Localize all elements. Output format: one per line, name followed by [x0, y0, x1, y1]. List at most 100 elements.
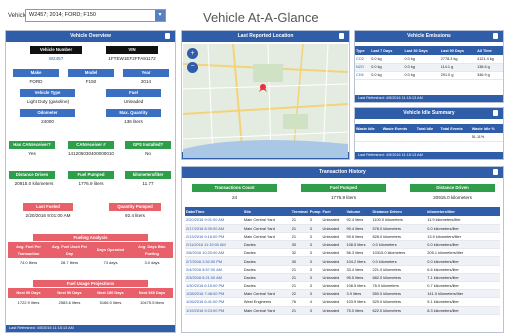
tx-col-kml[interactable]: kilometers/liter — [426, 207, 500, 216]
vehicle-select[interactable]: W2457; 2014; FORD; F150 ▾ — [25, 9, 166, 22]
em-cell: 0.0 kg — [403, 55, 440, 64]
tx-cell: 622.0 kilometers — [371, 306, 427, 315]
tx-cell: 21 — [290, 273, 309, 283]
page-title: Vehicle At-A-Glance — [203, 10, 319, 25]
proj-header-2: Next 90 Days — [49, 289, 90, 297]
table-row: 2/17/2016 8:39:00 AM Main Central Yard 21 3… — [185, 224, 500, 233]
tx-date-link[interactable]: 2/11/2016 11:19:00 AM — [185, 240, 243, 250]
canreceiver-label: CANreceiver # — [68, 141, 114, 149]
tx-cell: Unleaded — [321, 248, 346, 258]
vehicle-number-link[interactable]: W2457 — [30, 56, 82, 61]
table-row: 2/3/2016 6:21:00 AM Davies 21 3 Unleaded 95.5… — [185, 273, 500, 283]
zoom-in-icon[interactable]: + — [187, 48, 198, 59]
em-col-30: Last 30 Days — [403, 46, 440, 55]
tx-col-volume[interactable]: Volume — [345, 207, 372, 216]
vehicle-number-label: Vehicle Number — [30, 46, 82, 54]
tx-cell: 3 — [308, 240, 322, 250]
tx-col-date[interactable]: Date/Time — [185, 207, 243, 216]
tx-cell: 7.1 kilometers/liter — [426, 273, 500, 283]
fa-header-4: Avg. Days Btw. Fueling — [131, 243, 173, 257]
vehicle-type-value: Light Duty (gasoline) — [26, 99, 70, 104]
tx-cell: 682.0 kilometers — [371, 273, 427, 283]
table-row: 2/20/2016 9:01:00 AM Main Central Yard 21 3… — [185, 216, 500, 225]
tx-col-terminal[interactable]: Terminal — [290, 207, 309, 216]
tx-date-link[interactable]: 2/3/2016 6:21:00 AM — [185, 273, 243, 283]
tx-cell: Unleaded — [321, 232, 346, 242]
table-row: 2/13/2016 9:16:00 PM Main Central Yard 21 3… — [185, 232, 500, 242]
tx-cell: Main Central Yard — [242, 232, 291, 242]
table-row: 1/30/2016 6:15:00 PM Davies 21 3 Unleaded 108… — [185, 281, 500, 291]
idle-pct-value: 51.11% — [470, 133, 503, 142]
tx-date-link[interactable]: 2/13/2016 9:16:00 PM — [185, 232, 243, 242]
em-cell: 4121.4 kg — [476, 55, 503, 64]
tx-cell: Unleaded — [321, 216, 346, 225]
tx-cell: 1100.0 kilometers — [371, 216, 427, 225]
tx-cell: 141.0 kilometers/liter — [426, 289, 500, 299]
last-fueled-label: Last Fueled — [23, 203, 73, 211]
tx-date-link[interactable]: 1/30/2016 6:15:00 PM — [185, 281, 243, 291]
vehicle-overview-title: Vehicle Overview — [70, 33, 111, 39]
zoom-out-icon[interactable]: − — [187, 62, 198, 73]
model-label: Model — [68, 69, 114, 77]
transaction-header: Transaction History — [182, 167, 503, 178]
print-icon[interactable] — [165, 33, 170, 39]
tx-cell: 3 — [308, 289, 322, 299]
print-icon[interactable] — [339, 33, 344, 39]
vehicle-type-label: Vehicle Type — [20, 89, 75, 97]
tx-cell: 10315.0 kilometers — [371, 248, 427, 258]
tx-cell: 0.0 kilometers/liter — [426, 256, 500, 266]
idle-col-total: Total Idle — [415, 124, 440, 133]
tx-col-site[interactable]: Site — [242, 207, 291, 216]
tx-cell: 75.0 liters — [345, 306, 372, 315]
tx-cell: 99.4 liters — [345, 224, 372, 233]
tx-fuel-label: Fuel Pumped — [301, 184, 386, 192]
print-icon[interactable] — [493, 169, 498, 175]
tx-date-link[interactable]: 2/8/2016 10:20:00 AM — [185, 248, 243, 258]
tx-cell: Unleaded — [321, 256, 346, 266]
tx-cell: 3 — [308, 216, 322, 225]
year-value: 2014 — [140, 79, 152, 84]
tx-distance-label: Distance Driven — [410, 184, 495, 192]
tx-cell: 0.0 kilometers — [371, 240, 427, 250]
tx-date-link[interactable]: 1/26/2016 6:41:00 PM — [185, 297, 243, 307]
transaction-panel: Transaction History Transactions Count F… — [181, 166, 504, 333]
proj-header-3: Next 180 Days — [90, 289, 131, 297]
tx-cell: 3 — [308, 273, 322, 283]
fa-value-2: 28.7 liters — [60, 260, 79, 265]
tx-col-fuel[interactable]: Fuel — [321, 207, 346, 216]
print-icon[interactable] — [493, 33, 498, 39]
make-label: Make — [13, 69, 59, 77]
map[interactable]: + − — [183, 44, 348, 158]
tx-col-distance[interactable]: Distance Driven — [371, 207, 427, 216]
tx-cell: 21 — [290, 224, 309, 233]
tx-cell: 92.4 liters — [345, 216, 372, 225]
tx-cell: 3 — [308, 281, 322, 291]
tx-date-link[interactable]: 2/17/2016 8:39:00 AM — [185, 224, 243, 233]
tx-cell: 22 — [290, 289, 309, 299]
print-icon[interactable] — [493, 110, 498, 116]
tx-cell: 3 — [308, 232, 322, 242]
em-cell: 2778.3 kg — [439, 55, 477, 64]
tx-col-pump[interactable]: Pump — [308, 207, 322, 216]
emissions-title: Vehicle Emissions — [407, 33, 451, 39]
chevron-down-icon[interactable]: ▾ — [155, 10, 165, 21]
emissions-footer: Last Refreshed: 4/5/2016 11:15:13 AM — [355, 95, 503, 102]
em-cell: 138.6 g — [476, 63, 503, 72]
fueling-analysis-header: Fueling Analysis — [33, 234, 148, 241]
tx-date-link[interactable]: 1/28/2016 7:48:00 PM — [185, 289, 243, 299]
em-col-7: Last 7 Days — [370, 46, 404, 55]
table-row: 1/19/2016 9:23:00 PM Main Central Yard 21 3… — [185, 306, 500, 315]
overview-footer: Last Refreshed: 4/5/2016 11:15:13 AM — [6, 325, 175, 332]
tx-count-label: Transactions Count — [192, 184, 277, 192]
tx-cell: 30 — [290, 240, 309, 250]
map-canvas[interactable] — [183, 44, 348, 158]
fueling-analysis-row: Avg. Fuel Per Transaction Avg. Fuel Used… — [8, 242, 173, 258]
tx-date-link[interactable]: 2/4/2016 8:57:00 AM — [185, 265, 243, 274]
tx-date-link[interactable]: 1/19/2016 9:23:00 PM — [185, 306, 243, 315]
idle-title: Vehicle Idle Summary — [403, 110, 455, 116]
proj-value-3: 5166.0 liters — [99, 300, 122, 305]
tx-date-link[interactable]: 2/7/2016 2:52:00 PM — [185, 256, 243, 266]
tx-date-link[interactable]: 2/20/2016 9:01:00 AM — [185, 216, 243, 225]
vehicle-overview-panel: Vehicle Overview Vehicle Number VIN W245… — [5, 30, 176, 333]
tx-cell: 95.5 liters — [345, 273, 372, 283]
